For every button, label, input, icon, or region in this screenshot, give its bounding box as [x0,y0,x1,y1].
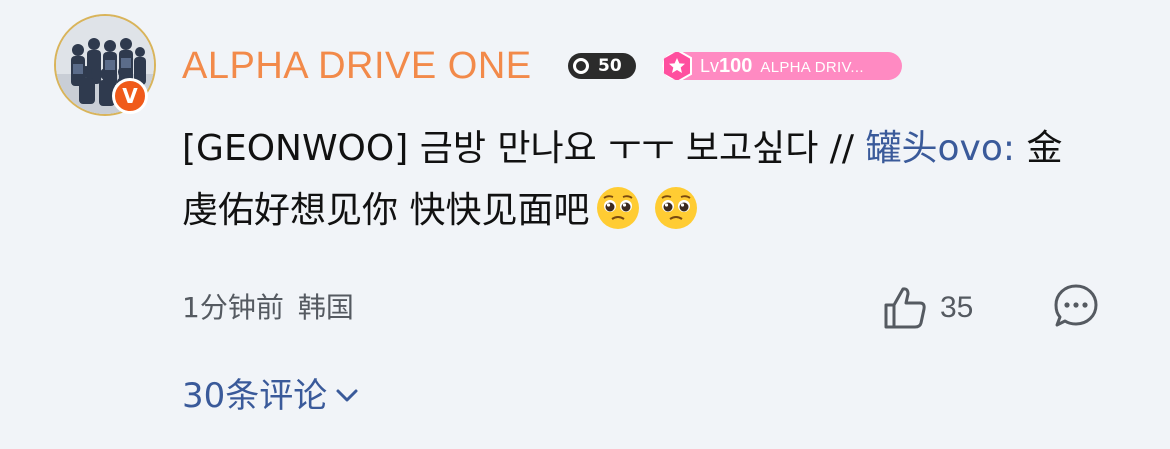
comment-card: V ALPHA DRIVE ONE 50 Lv100 ALPHA DRIV... … [0,0,1170,449]
more-comments-label: 30条评论 [182,376,328,416]
thumbs-up-icon [884,287,926,329]
level-star-icon [662,52,692,80]
like-button[interactable]: 35 [880,282,973,334]
level-badge[interactable]: Lv100 ALPHA DRIV... [662,52,902,80]
comment-text: [GEONWOO] 금방 만나요 ㅜㅜ 보고싶다 // [182,128,866,169]
comment-region: 韩国 [297,291,354,324]
pleading-face-emoji [655,187,698,229]
more-comments-link[interactable]: 30条评论 [182,372,361,420]
comment-meta: 1分钟前 韩国 [182,288,354,328]
ring-icon [573,58,589,74]
comment-time: 1分钟前 [182,291,284,324]
username[interactable]: ALPHA DRIVE ONE [182,42,532,90]
comment-body: [GEONWOO] 금방 만나요 ㅜㅜ 보고싶다 // 罐头ovo: 金虔佑好想… [182,118,1082,242]
pleading-face-emoji [597,187,640,229]
verified-v-icon: V [112,78,148,114]
level-prefix: Lv [700,56,720,76]
level-number: 100 [719,55,753,77]
level-group: ALPHA DRIV... [760,59,864,76]
chevron-down-icon [336,389,358,402]
like-count: 35 [940,291,974,324]
mention-link[interactable]: 罐头ovo: [866,128,1016,169]
s-badge-icon[interactable]: 50 [568,53,636,79]
comment-bubble-icon[interactable] [1052,282,1100,330]
s-badge-label: 50 [598,56,622,76]
